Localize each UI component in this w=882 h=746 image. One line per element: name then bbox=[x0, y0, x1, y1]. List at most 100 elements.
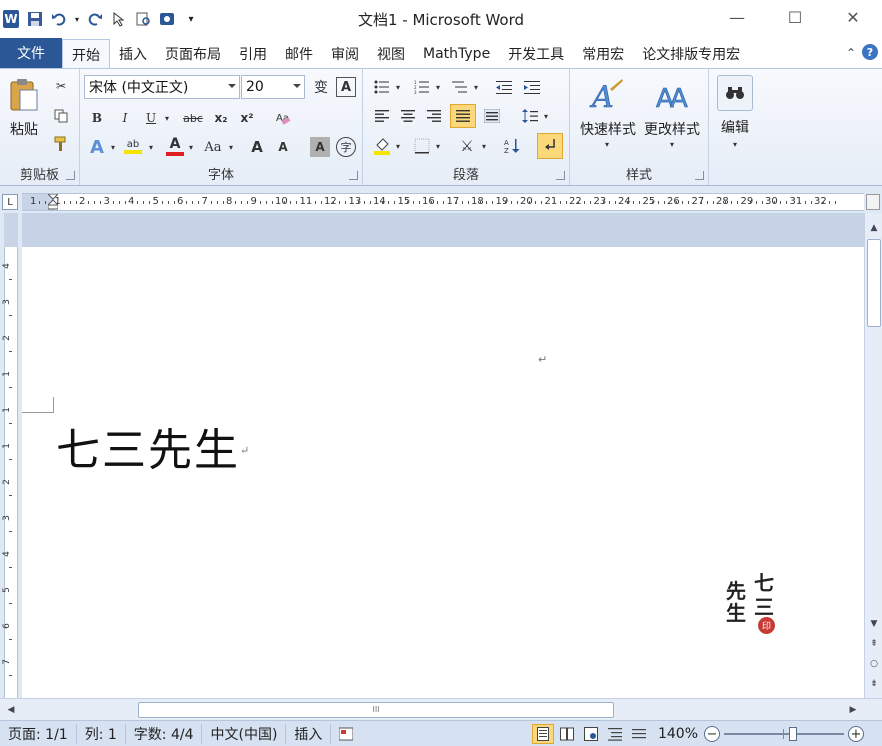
web-layout-icon[interactable] bbox=[580, 724, 602, 744]
font-size-combo[interactable]: 20 bbox=[241, 75, 305, 99]
paste-label[interactable]: 粘贴 bbox=[6, 119, 42, 139]
zoom-slider-knob[interactable] bbox=[789, 727, 797, 741]
document-body[interactable]: 七三先生↵ bbox=[56, 423, 251, 479]
enclose-characters-icon[interactable]: 字 bbox=[336, 137, 356, 157]
next-page-icon[interactable]: ⇟ bbox=[867, 677, 881, 691]
browse-object-icon[interactable]: ○ bbox=[867, 657, 881, 671]
numbering-icon[interactable]: 123 bbox=[411, 77, 433, 97]
increase-indent-icon[interactable] bbox=[521, 77, 543, 97]
change-styles-dropdown-icon[interactable]: ▾ bbox=[667, 139, 677, 149]
change-styles-icon[interactable]: AA bbox=[652, 75, 692, 115]
tab-insert[interactable]: 插入 bbox=[110, 40, 156, 68]
shrink-font-button[interactable]: A bbox=[272, 135, 294, 159]
underline-dropdown-icon[interactable]: ▾ bbox=[162, 107, 172, 129]
italic-button[interactable]: I bbox=[114, 107, 136, 129]
vertical-scrollbar[interactable]: ▲ ▼ ⇞ ○ ⇟ bbox=[864, 213, 882, 698]
line-spacing-dropdown-icon[interactable]: ▾ bbox=[541, 105, 551, 127]
status-word-count[interactable]: 字数: 4/4 bbox=[126, 723, 203, 744]
horizontal-scroll-thumb[interactable]: III bbox=[138, 702, 614, 718]
ribbon-collapse-icon[interactable]: ⌃ bbox=[846, 46, 856, 60]
horizontal-scrollbar[interactable]: ◀ III ▶ bbox=[0, 698, 882, 720]
bullets-icon[interactable] bbox=[371, 77, 393, 97]
character-shading-icon[interactable]: A bbox=[310, 137, 330, 157]
cut-icon[interactable]: ✂ bbox=[52, 77, 70, 95]
zoom-in-icon[interactable]: + bbox=[848, 726, 864, 742]
strikethrough-button[interactable]: abc bbox=[180, 107, 206, 129]
change-case-dropdown-icon[interactable]: ▾ bbox=[226, 135, 236, 159]
editing-label[interactable]: 编辑 bbox=[713, 117, 757, 137]
grow-font-button[interactable]: A bbox=[246, 135, 268, 159]
vertical-scroll-thumb[interactable] bbox=[867, 239, 881, 327]
underline-button[interactable]: U bbox=[140, 107, 162, 129]
zoom-slider[interactable] bbox=[724, 724, 844, 744]
text-effects-dropdown-icon[interactable]: ▾ bbox=[108, 135, 118, 159]
print-layout-view-icon[interactable] bbox=[531, 724, 554, 744]
tab-mathtype[interactable]: MathType bbox=[414, 40, 499, 68]
scroll-left-icon[interactable]: ◀ bbox=[4, 703, 18, 717]
tab-developer[interactable]: 开发工具 bbox=[499, 40, 573, 68]
tab-review[interactable]: 审阅 bbox=[322, 40, 368, 68]
font-launcher-icon[interactable] bbox=[349, 171, 358, 180]
copy-icon[interactable] bbox=[52, 107, 70, 125]
bold-button[interactable]: B bbox=[86, 107, 108, 129]
align-center-icon[interactable] bbox=[397, 105, 419, 127]
superscript-button[interactable]: x² bbox=[236, 107, 258, 129]
justify-icon[interactable] bbox=[450, 104, 476, 128]
character-border-icon[interactable]: A bbox=[336, 77, 356, 97]
decrease-indent-icon[interactable] bbox=[493, 77, 515, 97]
status-insert-mode[interactable]: 插入 bbox=[286, 723, 332, 744]
status-column[interactable]: 列: 1 bbox=[77, 723, 126, 744]
status-page[interactable]: 页面: 1/1 bbox=[0, 723, 77, 744]
close-button[interactable]: ✕ bbox=[824, 0, 882, 34]
tab-references[interactable]: 引用 bbox=[230, 40, 276, 68]
font-name-combo[interactable]: 宋体 (中文正文) bbox=[84, 75, 240, 99]
multilevel-dropdown-icon[interactable]: ▾ bbox=[471, 77, 481, 97]
clear-formatting-icon[interactable]: Aa bbox=[272, 107, 294, 129]
chinese-layout-dropdown-icon[interactable]: ▾ bbox=[479, 135, 489, 157]
tab-thesis-macros[interactable]: 论文排版专用宏 bbox=[633, 40, 749, 68]
tab-page-layout[interactable]: 页面布局 bbox=[156, 40, 230, 68]
sort-icon[interactable]: AZ bbox=[501, 135, 523, 157]
change-case-button[interactable]: Aa bbox=[200, 135, 226, 159]
borders-dropdown-icon[interactable]: ▾ bbox=[433, 135, 443, 157]
align-left-icon[interactable] bbox=[371, 105, 393, 127]
tab-common-macros[interactable]: 常用宏 bbox=[573, 40, 633, 68]
change-styles-label[interactable]: 更改样式 bbox=[640, 119, 704, 139]
borders-icon[interactable] bbox=[411, 135, 433, 157]
font-color-icon[interactable]: A bbox=[164, 133, 186, 159]
help-icon[interactable]: ? bbox=[862, 44, 878, 60]
indent-marker-icon[interactable] bbox=[46, 194, 60, 210]
tab-file[interactable]: 文件 bbox=[0, 38, 62, 68]
horizontal-ruler[interactable]: 1 1 2 3 4 5 6 7 8 9 10 11 12 13 14 15 16 17 18 19 20 21 22 23 24… bbox=[22, 193, 864, 211]
quick-styles-dropdown-icon[interactable]: ▾ bbox=[602, 139, 612, 149]
tab-view[interactable]: 视图 bbox=[368, 40, 414, 68]
zoom-out-icon[interactable]: − bbox=[704, 726, 720, 742]
scroll-up-icon[interactable]: ▲ bbox=[867, 221, 881, 235]
status-language[interactable]: 中文(中国) bbox=[202, 723, 287, 744]
phonetic-guide-icon[interactable]: 变 bbox=[310, 77, 332, 97]
zoom-level[interactable]: 140% bbox=[652, 726, 704, 742]
quick-styles-icon[interactable]: A bbox=[586, 75, 626, 115]
scroll-right-icon[interactable]: ▶ bbox=[846, 703, 860, 717]
find-binoculars-icon[interactable] bbox=[717, 75, 753, 111]
format-painter-icon[interactable] bbox=[52, 135, 70, 153]
show-marks-icon[interactable] bbox=[537, 133, 563, 159]
paste-icon[interactable] bbox=[6, 75, 42, 115]
maximize-button[interactable]: ☐ bbox=[766, 0, 824, 34]
minimize-button[interactable]: — bbox=[708, 0, 766, 34]
subscript-button[interactable]: x₂ bbox=[210, 107, 232, 129]
highlight-color-icon[interactable]: ab bbox=[122, 133, 144, 159]
numbering-dropdown-icon[interactable]: ▾ bbox=[433, 77, 443, 97]
quick-styles-label[interactable]: 快速样式 bbox=[574, 119, 642, 139]
draft-view-icon[interactable] bbox=[628, 724, 650, 744]
view-ruler-icon[interactable] bbox=[866, 194, 880, 210]
text-effects-icon[interactable]: A bbox=[86, 135, 108, 159]
shading-icon[interactable] bbox=[371, 135, 393, 157]
tab-mailings[interactable]: 邮件 bbox=[276, 40, 322, 68]
distributed-align-icon[interactable] bbox=[481, 105, 503, 127]
document-page[interactable]: ↵ 七三先生↵ 七 三 先 生 印 bbox=[22, 247, 864, 698]
align-right-icon[interactable] bbox=[423, 105, 445, 127]
scroll-down-icon[interactable]: ▼ bbox=[867, 617, 881, 631]
clipboard-launcher-icon[interactable] bbox=[66, 171, 75, 180]
outline-view-icon[interactable] bbox=[604, 724, 626, 744]
